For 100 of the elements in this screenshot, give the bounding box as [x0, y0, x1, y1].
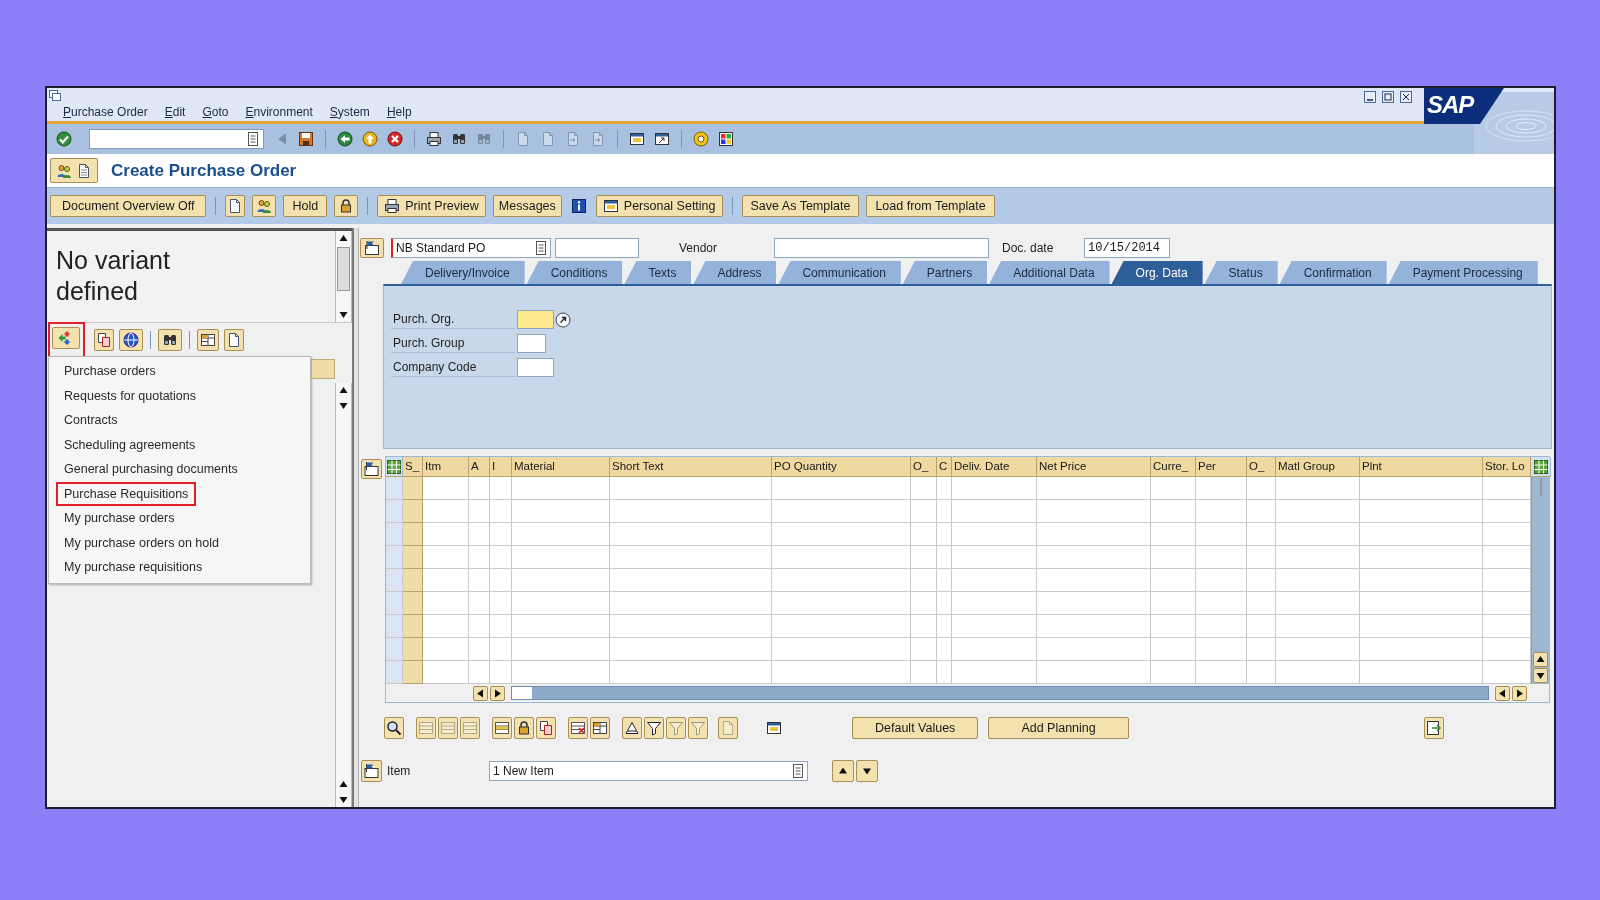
printer-icon[interactable] [426, 131, 442, 147]
hold-button[interactable]: Hold [283, 195, 328, 217]
export-icon[interactable] [1424, 717, 1444, 739]
horizontal-scrollbar[interactable] [511, 686, 1489, 700]
globe-icon[interactable] [119, 328, 143, 351]
column-header[interactable]: Deliv. Date [952, 457, 1037, 477]
list-icon[interactable] [792, 764, 804, 778]
menu-item[interactable]: My purchase requisitions [56, 555, 211, 580]
column-header[interactable]: Per [1196, 457, 1247, 477]
vertical-scrollbar[interactable] [1531, 477, 1549, 684]
funnel-icon[interactable] [644, 717, 664, 739]
menu-item[interactable]: Edit [163, 104, 187, 119]
column-header[interactable]: O_ [1247, 457, 1276, 477]
column-header[interactable]: PO Quantity [772, 457, 911, 477]
column-header[interactable]: I [490, 457, 512, 477]
check-icon[interactable] [56, 131, 72, 147]
document-type-dropdown[interactable]: NB Standard PO [391, 237, 551, 258]
column-header[interactable]: Stor. Lo [1483, 457, 1531, 477]
tab[interactable]: Conditions [526, 261, 623, 284]
column-header[interactable]: Matl Group [1276, 457, 1360, 477]
date-field[interactable]: 10/15/2014 [1084, 237, 1170, 258]
column-header[interactable]: Net Price [1037, 457, 1151, 477]
copy-icon[interactable] [94, 328, 114, 351]
column-header[interactable]: O_ [911, 457, 937, 477]
menu-item[interactable]: Goto [201, 104, 230, 119]
save-template-button[interactable]: Save As Template [741, 195, 860, 217]
split-table-icon[interactable] [197, 328, 219, 351]
tab[interactable]: Address [693, 261, 777, 284]
document-icon[interactable] [225, 195, 246, 217]
item-dropdown[interactable]: 1 New Item [489, 761, 808, 781]
color-grid-icon[interactable] [718, 131, 734, 147]
menu-item[interactable]: Contracts [56, 408, 126, 433]
input-field[interactable] [517, 310, 554, 329]
scroll-thumb[interactable] [337, 247, 350, 291]
tab[interactable]: Payment Processing [1388, 261, 1538, 284]
print-preview-button[interactable]: Print Preview [377, 195, 486, 217]
input-field[interactable] [517, 334, 546, 353]
load-template-button[interactable]: Load from Template [866, 195, 995, 217]
insert-row-icon[interactable] [492, 717, 512, 739]
vertical-scrollbar[interactable] [335, 231, 352, 322]
grid-icon[interactable] [387, 459, 401, 474]
column-header[interactable]: S_ [403, 457, 423, 477]
personal-setting-button[interactable]: Personal Setting [595, 195, 723, 217]
document-icon[interactable] [224, 328, 244, 351]
tab[interactable]: Additional Data [989, 261, 1110, 284]
input-field[interactable] [517, 358, 554, 377]
scroll-thumb[interactable] [1539, 478, 1542, 496]
maximize-icon[interactable] [1382, 91, 1394, 103]
tab[interactable]: Delivery/Invoice [401, 261, 525, 284]
copy-icon[interactable] [536, 717, 556, 739]
menu-item[interactable]: My purchase orders [56, 506, 183, 531]
flag-table-icon[interactable] [361, 459, 382, 479]
column-header[interactable]: Short Text [610, 457, 772, 477]
add-planning-button[interactable]: Add Planning [988, 717, 1129, 739]
vendor-field[interactable] [774, 237, 989, 258]
tab[interactable]: Org. Data [1111, 261, 1203, 284]
table-rows-icon[interactable] [438, 717, 458, 739]
window-icon[interactable] [629, 131, 645, 147]
text-field[interactable] [555, 237, 639, 258]
colored-arrows-icon[interactable] [52, 327, 80, 349]
column-header[interactable]: Curre_ [1151, 457, 1196, 477]
column-header[interactable]: Plnt [1360, 457, 1483, 477]
table-rows-icon[interactable] [416, 717, 436, 739]
vertical-scrollbar[interactable] [335, 383, 352, 807]
cancel-icon[interactable] [387, 131, 403, 147]
flag-table-icon[interactable] [361, 760, 382, 782]
magnifier-icon[interactable] [384, 717, 404, 739]
lock-icon[interactable] [514, 717, 534, 739]
lock-icon[interactable] [334, 195, 359, 217]
menu-item[interactable]: System [328, 104, 371, 119]
menu-item[interactable]: My purchase orders on hold [56, 530, 227, 555]
page-icon[interactable] [718, 717, 738, 739]
menu-item[interactable]: Help [385, 104, 413, 119]
binoculars-icon[interactable] [158, 328, 182, 351]
command-field[interactable] [89, 129, 264, 149]
column-header[interactable]: Material [512, 457, 610, 477]
menu-item[interactable]: Environment [244, 104, 314, 119]
title-menu-button[interactable] [50, 158, 98, 183]
list-icon[interactable] [247, 132, 259, 146]
tab[interactable]: Status [1204, 261, 1278, 284]
close-icon[interactable] [1400, 91, 1412, 103]
menu-item[interactable]: Purchase Order [62, 104, 149, 119]
column-header[interactable]: A [469, 457, 490, 477]
ring-icon[interactable] [693, 131, 709, 147]
table-rows-icon[interactable] [460, 717, 480, 739]
column-header[interactable]: C [937, 457, 952, 477]
default-values-button[interactable]: Default Values [852, 717, 979, 739]
tab[interactable]: Communication [778, 261, 901, 284]
list-icon[interactable] [535, 240, 547, 255]
menu-item[interactable]: Requests for quotations [56, 383, 205, 408]
window-menu-icon[interactable] [49, 89, 61, 101]
flag-table-icon[interactable] [360, 237, 384, 258]
menu-item[interactable]: Purchase Requisitions [56, 481, 197, 506]
column-header[interactable]: Itm [423, 457, 469, 477]
menu-item[interactable]: General purchasing documents [56, 457, 246, 482]
minimize-icon[interactable] [1364, 91, 1376, 103]
binoculars-icon[interactable] [451, 131, 467, 147]
messages-button[interactable]: Messages [492, 195, 562, 217]
people-icon[interactable] [252, 195, 277, 217]
menu-item[interactable]: Purchase orders [56, 359, 164, 384]
